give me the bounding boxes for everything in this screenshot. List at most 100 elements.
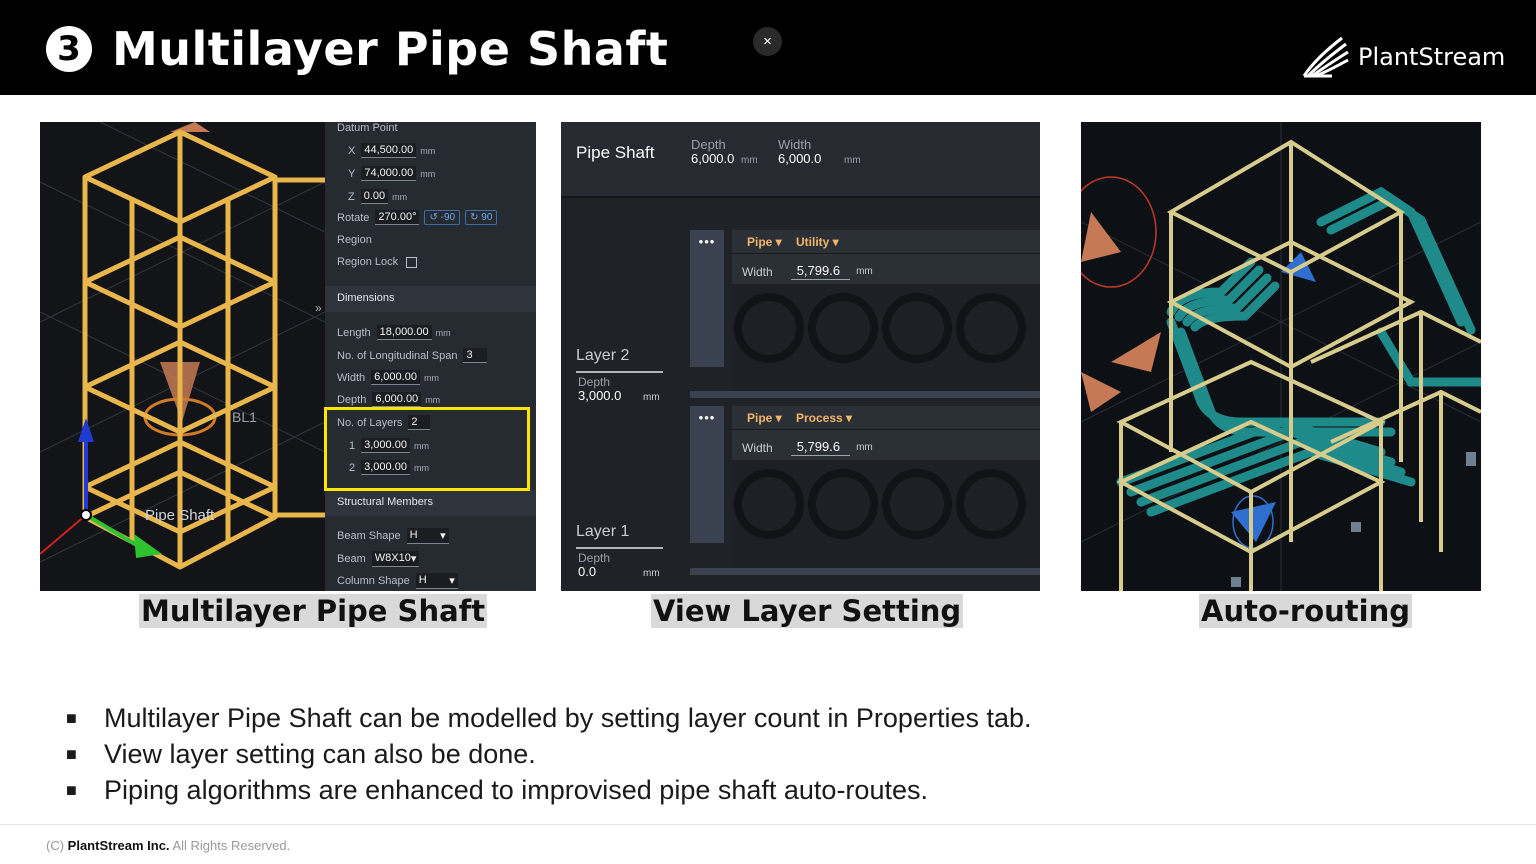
layer1-depth-label: Depth: [578, 551, 611, 565]
caption-auto-routing: Auto-routing: [1199, 594, 1412, 628]
summary-width-value: 6,000.0: [778, 151, 822, 166]
depth-input[interactable]: 6,000.00: [372, 392, 422, 407]
summary-depth-value: 6,000.0: [691, 151, 735, 166]
beam-label: Beam: [337, 553, 366, 565]
auto-routing-graphic: [1081, 122, 1481, 591]
dimensions-section-header[interactable]: Dimensions: [325, 286, 536, 312]
unit-label: mm: [392, 191, 408, 202]
pipe-circles-graphic: [734, 293, 1026, 363]
pipe-type-dropdown[interactable]: Pipe ▾: [747, 235, 782, 249]
rotate-plus-90-button[interactable]: ↻ 90: [465, 210, 498, 225]
layer2-label: Layer 2: [576, 347, 630, 364]
more-options-icon[interactable]: •••: [690, 410, 724, 425]
caption-view-layer-setting: View Layer Setting: [651, 594, 964, 628]
longitudinal-span-row: No. of Longitudinal Span 3: [337, 348, 488, 363]
span-input[interactable]: 3: [463, 348, 488, 363]
beam-shape-label: Beam Shape: [337, 530, 401, 542]
utility-width-input[interactable]: 5,799.6: [790, 263, 851, 280]
length-input[interactable]: 18,000.00: [376, 325, 432, 340]
list-item: ■ Piping algorithms are enhanced to impr…: [66, 772, 1032, 808]
unit-label: mm: [423, 372, 439, 383]
layer2-drag-handle[interactable]: •••: [690, 230, 724, 367]
rotate-minus-90-button[interactable]: ↺ -90: [424, 210, 461, 225]
close-button[interactable]: ×: [753, 27, 782, 56]
process-block-header: Pipe ▾ Process ▾: [732, 406, 1040, 430]
beam-shape-row: Beam Shape H ▾: [337, 528, 449, 544]
process-width-unit: mm: [856, 442, 873, 453]
copyright-mark: (C): [46, 838, 65, 853]
bullet-text: Piping algorithms are enhanced to improv…: [104, 774, 928, 805]
slide-title: 3 Multilayer Pipe Shaft: [46, 22, 668, 76]
beam-shape-select[interactable]: H ▾: [406, 528, 449, 544]
layer1-depth-value[interactable]: 0.0: [578, 564, 596, 579]
process-width-input[interactable]: 5,799.6: [790, 439, 851, 456]
datum-point-label: Datum Point: [337, 122, 398, 134]
column-shape-label: Column Shape: [337, 575, 410, 587]
depth-label: Depth: [337, 393, 367, 406]
layer1-underline: [576, 547, 663, 549]
utility-pipe-preview: [732, 284, 1040, 394]
chevron-down-icon: ▾: [440, 530, 446, 542]
pipe-type-dropdown[interactable]: Pipe ▾: [747, 411, 782, 425]
layer1-drag-handle[interactable]: •••: [690, 406, 724, 543]
column-shape-select[interactable]: H ▾: [415, 573, 458, 589]
utility-pipe-block: Pipe ▾ Utility ▾ Width 5,799.6 mm: [732, 230, 1040, 394]
layer2-depth-value[interactable]: 3,000.0: [578, 388, 621, 403]
pipe-shaft-summary: Pipe Shaft Depth 6,000.0 mm Width 6,000.…: [561, 122, 1040, 196]
summary-depth-unit: mm: [741, 155, 758, 166]
length-row: Length 18,000.00 mm: [337, 325, 451, 340]
plantstream-logo-icon: [1302, 36, 1349, 78]
region-label: Region: [337, 234, 372, 246]
width-input[interactable]: 6,000.00: [371, 370, 420, 385]
view-layer-setting-panel: Pipe Shaft Depth 6,000.0 mm Width 6,000.…: [561, 122, 1040, 591]
shaft-frame-drawing: BL1 Pipe Shaft »: [40, 122, 325, 570]
expand-panel-icon: »: [315, 301, 322, 315]
more-options-icon[interactable]: •••: [690, 234, 724, 249]
x-label: X: [348, 144, 356, 157]
bullet-text: Multilayer Pipe Shaft can be modelled by…: [104, 702, 1032, 733]
layer1-boundary-bar[interactable]: [690, 568, 1040, 575]
bullet-text: View layer setting can also be done.: [104, 738, 536, 769]
utility-width-unit: mm: [856, 266, 873, 277]
layer1-depth-unit: mm: [643, 568, 660, 579]
rotate-row: Rotate 270.00° ↺ -90 ↻ 90: [337, 210, 498, 225]
process-width-label: Width: [742, 440, 773, 455]
pipe-category-dropdown[interactable]: Process ▾: [796, 411, 852, 425]
datum-y-row: Y 74,000.00 mm: [348, 166, 435, 181]
process-pipe-preview: [732, 460, 1040, 570]
square-bullet-icon: ■: [66, 779, 77, 800]
unit-label: mm: [420, 168, 436, 179]
datum-y-input[interactable]: 74,000.00: [361, 166, 417, 181]
pipe-category-dropdown[interactable]: Utility ▾: [796, 235, 839, 249]
width-label: Width: [337, 371, 366, 384]
datum-x-input[interactable]: 44,500.00: [361, 143, 417, 158]
datum-z-input[interactable]: 0.00: [360, 189, 389, 204]
rotate-input[interactable]: 270.00°: [375, 210, 420, 225]
beam-select[interactable]: W8X10 ▾: [371, 551, 420, 567]
structural-members-section-header[interactable]: Structural Members: [325, 490, 536, 516]
region-lock-checkbox[interactable]: [406, 256, 418, 268]
z-label: Z: [348, 190, 355, 203]
region-lock-label: Region Lock: [337, 256, 399, 268]
layer2-depth-unit: mm: [643, 392, 660, 403]
width-row: Width 6,000.00 mm: [337, 370, 439, 385]
footer-divider: [0, 824, 1536, 825]
square-bullet-icon: ■: [66, 707, 77, 728]
auto-routing-3d-view[interactable]: [1081, 122, 1481, 591]
layer2-depth-label: Depth: [578, 375, 611, 389]
slide: 3 Multilayer Pipe Shaft × PlantStream BL…: [0, 0, 1536, 864]
rights-text: All Rights Reserved.: [172, 838, 291, 853]
unit-label: mm: [435, 327, 451, 338]
summary-depth-label: Depth: [691, 137, 726, 152]
datum-x-row: X 44,500.00 mm: [348, 143, 435, 158]
unit-label: mm: [420, 145, 436, 156]
beam-row: Beam W8X10 ▾: [337, 551, 420, 567]
chevron-down-icon: ▾: [410, 553, 417, 565]
pipe-circles-graphic: [734, 469, 1026, 539]
pipe-shaft-3d-view[interactable]: BL1 Pipe Shaft » Datum Point X 44,500.00…: [40, 122, 536, 591]
process-pipe-block: Pipe ▾ Process ▾ Width 5,799.6 mm: [732, 406, 1040, 570]
layer2-boundary-bar[interactable]: [690, 391, 1040, 398]
summary-width-label: Width: [778, 137, 812, 152]
bullet-list: ■ Multilayer Pipe Shaft can be modelled …: [66, 700, 1032, 808]
header-bar: 3 Multilayer Pipe Shaft × PlantStream: [0, 0, 1536, 95]
